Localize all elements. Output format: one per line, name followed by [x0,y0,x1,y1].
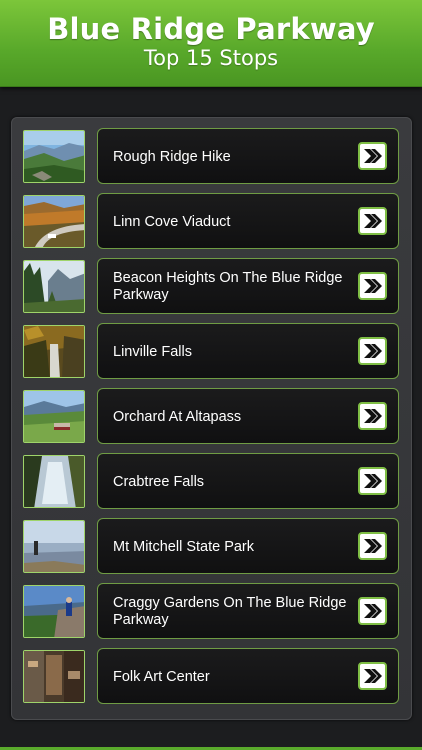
list-item[interactable]: Linville Falls [11,323,401,381]
stop-card[interactable]: Crabtree Falls [97,453,399,509]
forward-arrow-button[interactable] [358,337,387,365]
stop-card[interactable]: Linn Cove Viaduct [97,193,399,249]
list-item[interactable]: Orchard At Altapass [11,388,401,446]
stop-label: Folk Art Center [113,668,210,685]
app-header: Blue Ridge Parkway Top 15 Stops [0,0,422,87]
orchard-valley-thumbnail[interactable] [23,390,85,443]
double-chevron-right-icon [363,669,382,683]
forward-arrow-button[interactable] [358,532,387,560]
craft-interior-thumbnail[interactable] [23,650,85,703]
list-item[interactable]: Linn Cove Viaduct [11,193,401,251]
waterfall-gorge-thumbnail[interactable] [23,325,85,378]
stop-label: Linville Falls [113,343,192,360]
stop-label: Rough Ridge Hike [113,148,231,165]
forward-arrow-button[interactable] [358,207,387,235]
stop-card[interactable]: Linville Falls [97,323,399,379]
stop-label: Orchard At Altapass [113,408,242,425]
list-item[interactable]: Beacon Heights On The Blue Ridge Parkway [11,258,401,316]
list-item[interactable]: Crabtree Falls [11,453,401,511]
page-subtitle: Top 15 Stops [143,46,279,70]
forward-arrow-button[interactable] [358,597,387,625]
stop-label: Linn Cove Viaduct [113,213,231,230]
summit-view-thumbnail[interactable] [23,520,85,573]
page-title: Blue Ridge Parkway [47,12,375,46]
mountain-ridge-thumbnail[interactable] [23,130,85,183]
forward-arrow-button[interactable] [358,272,387,300]
viaduct-road-thumbnail[interactable] [23,195,85,248]
double-chevron-right-icon [363,474,382,488]
stop-label: Mt Mitchell State Park [113,538,255,555]
stop-label: Crabtree Falls [113,473,205,490]
list-item[interactable]: Rough Ridge Hike [11,128,401,186]
list-item[interactable]: Mt Mitchell State Park [11,518,401,576]
stop-card[interactable]: Craggy Gardens On The Blue Ridge Parkway [97,583,399,639]
stop-card[interactable]: Folk Art Center [97,648,399,704]
forward-arrow-button[interactable] [358,662,387,690]
forward-arrow-button[interactable] [358,467,387,495]
double-chevron-right-icon [363,279,382,293]
stop-card[interactable]: Beacon Heights On The Blue Ridge Parkway [97,258,399,314]
stop-label: Craggy Gardens On The Blue Ridge Parkway [113,595,347,628]
double-chevron-right-icon [363,539,382,553]
forward-arrow-button[interactable] [358,402,387,430]
stop-card[interactable]: Orchard At Altapass [97,388,399,444]
double-chevron-right-icon [363,149,382,163]
double-chevron-right-icon [363,409,382,423]
cascade-falls-thumbnail[interactable] [23,455,85,508]
stop-label: Beacon Heights On The Blue Ridge Parkway [113,270,343,303]
overlook-thumbnail[interactable] [23,585,85,638]
forest-peaks-thumbnail[interactable] [23,260,85,313]
stop-card[interactable]: Rough Ridge Hike [97,128,399,184]
double-chevron-right-icon [363,604,382,618]
forward-arrow-button[interactable] [358,142,387,170]
list-item[interactable]: Folk Art Center [11,648,401,706]
stop-card[interactable]: Mt Mitchell State Park [97,518,399,574]
list-item[interactable]: Craggy Gardens On The Blue Ridge Parkway [11,583,401,641]
double-chevron-right-icon [363,344,382,358]
double-chevron-right-icon [363,214,382,228]
